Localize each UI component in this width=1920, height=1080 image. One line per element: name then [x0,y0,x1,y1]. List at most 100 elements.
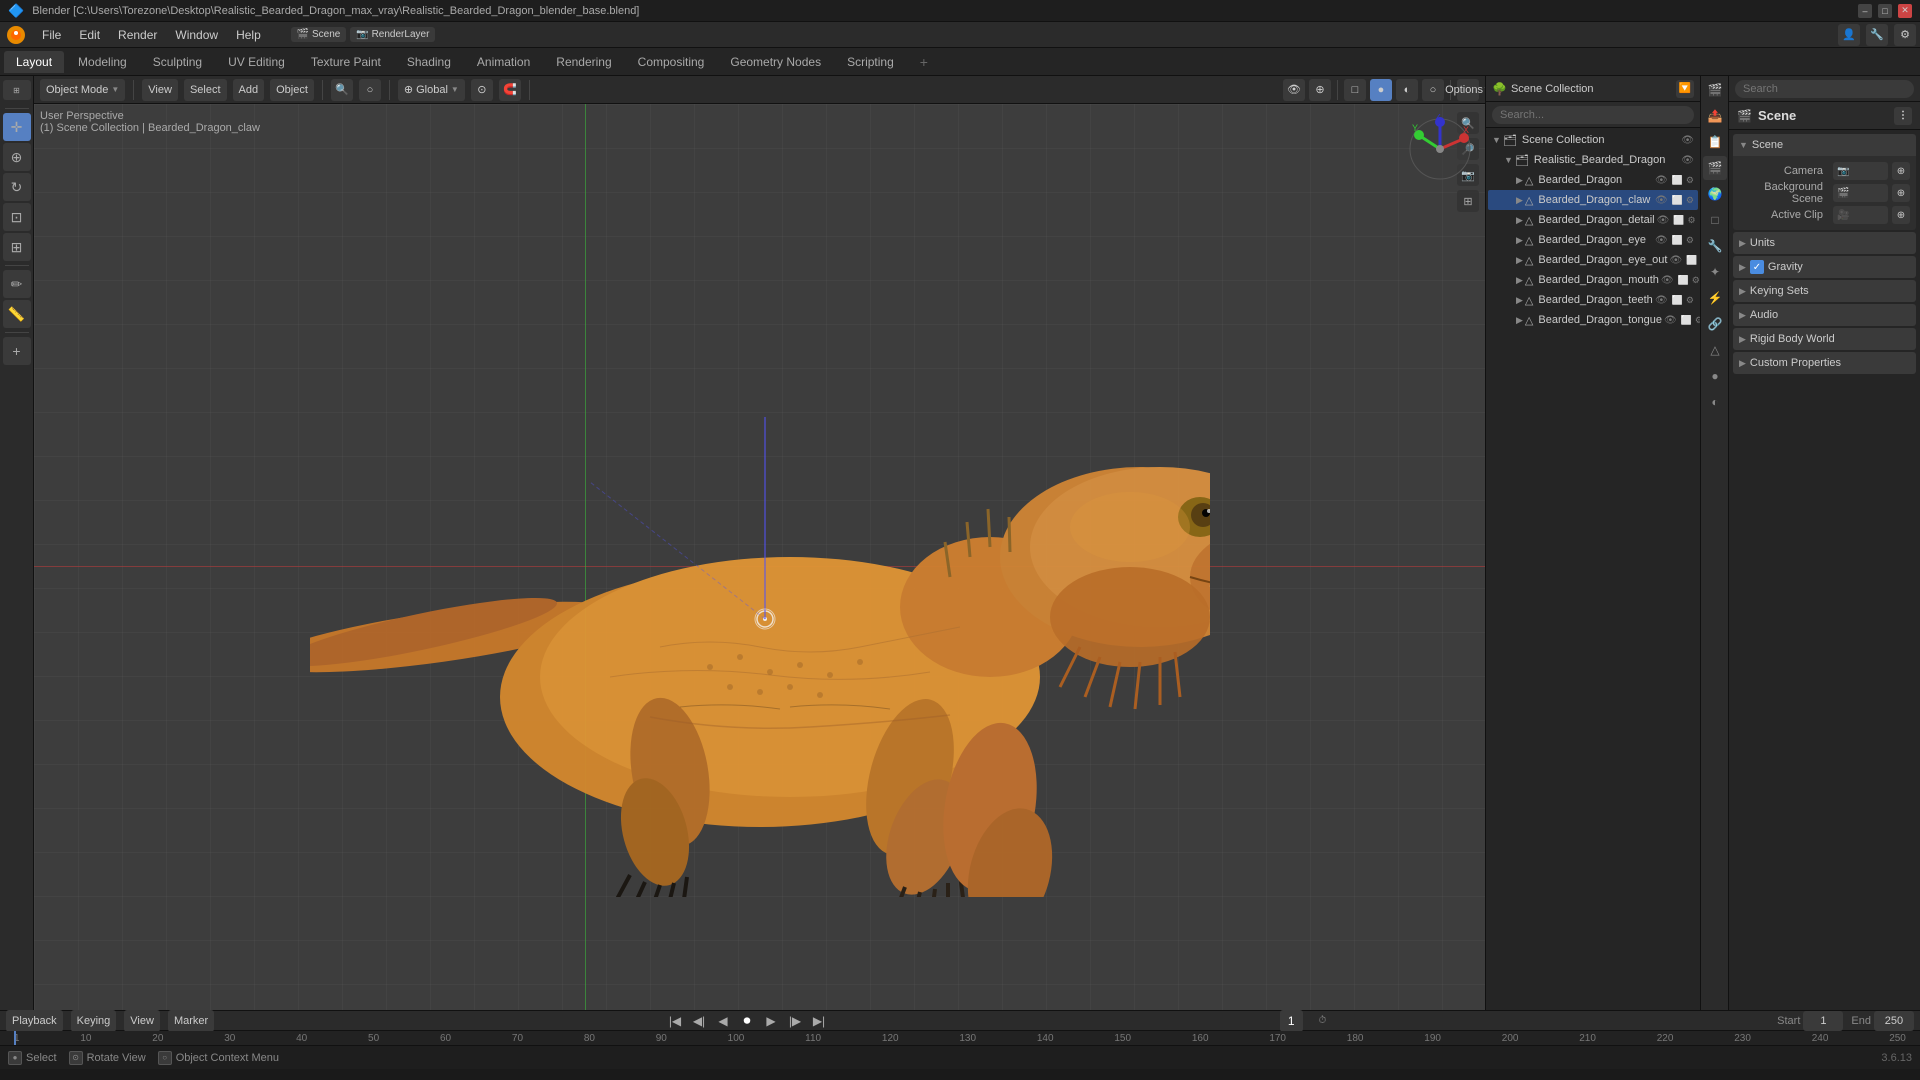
outliner-search-input[interactable] [1492,106,1694,124]
bg-scene-value[interactable]: 🎬 [1833,184,1888,202]
frame-speed-btn[interactable]: ⏱ [1319,1015,1327,1026]
step-forward-btn[interactable]: |▶ [785,1011,805,1031]
outliner-eye-2[interactable]: 👁 [1655,195,1668,206]
section-keying-sets-header[interactable]: ▶ Keying Sets [1733,280,1916,302]
tool-add[interactable]: + [3,337,31,365]
transform-space-dropdown[interactable]: ⊕ Global ▼ [398,79,465,101]
shading-render[interactable]: ○ [1422,79,1444,101]
section-scene-header[interactable]: ▼ Scene [1733,134,1916,156]
select-menu[interactable]: Select [184,79,227,101]
prop-tab-scene[interactable]: 🎬 [1703,156,1727,180]
outliner-item-7[interactable]: ▶ △ Bearded_Dragon_teeth 👁 ⬜ ⚙ [1488,290,1698,310]
prop-tab-particles[interactable]: ✦ [1703,260,1727,284]
view-menu-timeline[interactable]: View [124,1010,160,1032]
outliner-item-3[interactable]: ▶ △ Bearded_Dragon_detail 👁 ⬜ ⚙ [1488,210,1698,230]
play-back-btn[interactable]: ◀ [713,1011,733,1031]
menu-render[interactable]: Render [110,26,165,44]
section-custom-properties-header[interactable]: ▶ Custom Properties [1733,352,1916,374]
outliner-item-5[interactable]: ▶ △ Bearded_Dragon_eye_out 👁 ⬜ ⚙ [1488,250,1698,270]
minimize-btn[interactable]: – [1858,4,1872,18]
shading-solid[interactable]: ● [1370,79,1392,101]
prop-tab-modifier[interactable]: 🔧 [1703,234,1727,258]
tab-sculpting[interactable]: Sculpting [141,51,214,73]
tab-compositing[interactable]: Compositing [626,51,717,73]
prop-tab-constraints[interactable]: 🔗 [1703,312,1727,336]
tab-add[interactable]: + [908,50,940,74]
render-layer-selector[interactable]: 📷 RenderLayer [350,27,435,42]
outliner-eye-1[interactable]: 👁 [1655,175,1668,186]
marker-menu[interactable]: Marker [168,1010,214,1032]
active-clip-value[interactable]: 🎥 [1833,206,1888,224]
options-dropdown-btn[interactable]: Options ▼ [1457,79,1479,101]
shading-material[interactable]: ◐ [1396,79,1418,101]
section-gravity-header[interactable]: ▶ ✓ Gravity [1733,256,1916,278]
tab-animation[interactable]: Animation [465,51,542,73]
scene-selector[interactable]: 🎬 Scene [291,27,347,42]
shading-wire[interactable]: □ [1344,79,1366,101]
outliner-eye-3[interactable]: 👁 [1657,215,1670,226]
outliner-eye-0[interactable]: 👁 [1681,155,1694,166]
tab-uv-editing[interactable]: UV Editing [216,51,297,73]
menu-help[interactable]: Help [228,26,269,44]
tab-rendering[interactable]: Rendering [544,51,623,73]
tab-shading[interactable]: Shading [395,51,463,73]
header-icon2[interactable]: 🔧 [1866,24,1888,46]
outliner-eye-4[interactable]: 👁 [1655,235,1668,246]
section-audio-header[interactable]: ▶ Audio [1733,304,1916,326]
outliner-eye-5[interactable]: 👁 [1669,255,1682,266]
menu-edit[interactable]: Edit [71,26,108,44]
jump-start-btn[interactable]: |◀ [665,1011,685,1031]
outliner-filter-btn[interactable]: 🔽 [1676,80,1694,98]
section-units-header[interactable]: ▶ Units [1733,232,1916,254]
window-controls[interactable]: – □ ✕ [1858,4,1912,18]
outliner-item-1[interactable]: ▶ △ Bearded_Dragon 👁 ⬜ ⚙ [1488,170,1698,190]
menu-file[interactable]: File [34,26,69,44]
menu-window[interactable]: Window [167,26,226,44]
add-menu[interactable]: Add [233,79,265,101]
frame-counter[interactable]: 1 [1280,1010,1303,1032]
section-rigid-body-header[interactable]: ▶ Rigid Body World [1733,328,1916,350]
stop-btn[interactable]: ⏺ [737,1011,757,1031]
snap-btn[interactable]: 🧲 [499,79,521,101]
tab-modeling[interactable]: Modeling [66,51,139,73]
prop-tab-object[interactable]: □ [1703,208,1727,232]
prop-tab-material[interactable]: ● [1703,364,1727,388]
outliner-eye-scene[interactable]: 👁 [1681,135,1694,146]
tab-layout[interactable]: Layout [4,51,64,73]
prop-tab-output[interactable]: 📤 [1703,104,1727,128]
maximize-btn[interactable]: □ [1878,4,1892,18]
camera-browse-btn[interactable]: ⊕ [1892,162,1910,180]
mode-dropdown[interactable]: Object Mode ▼ [40,79,125,101]
header-icon3[interactable]: ⚙ [1894,24,1916,46]
viewport-grid[interactable]: ⊞ [1457,190,1479,212]
header-icon1[interactable]: 👤 [1838,24,1860,46]
gizmo-btn[interactable]: ⊕ [1309,79,1331,101]
viewport-icon-proportional[interactable]: ○ [359,79,381,101]
tool-rotate[interactable]: ↻ [3,173,31,201]
object-menu[interactable]: Object [270,79,314,101]
keying-menu[interactable]: Keying [71,1010,117,1032]
viewport-canvas[interactable]: User Perspective (1) Scene Collection | … [34,104,1485,1010]
prop-scene-options[interactable]: ⋮ [1894,107,1912,125]
play-btn[interactable]: ▶ [761,1011,781,1031]
outliner-item-realistic-collection[interactable]: ▼ 🗂 Realistic_Bearded_Dragon 👁 [1488,150,1698,170]
prop-tab-render[interactable]: 🎬 [1703,78,1727,102]
active-clip-browse-btn[interactable]: ⊕ [1892,206,1910,224]
outliner-eye-7[interactable]: 👁 [1655,295,1668,306]
outliner-eye-6[interactable]: 👁 [1661,275,1674,286]
viewport-icon-snap[interactable]: 🔍 [331,79,353,101]
prop-search-input[interactable] [1735,80,1914,98]
outliner-item-6[interactable]: ▶ △ Bearded_Dragon_mouth 👁 ⬜ ⚙ [1488,270,1698,290]
tool-scale[interactable]: ⊡ [3,203,31,231]
prop-tab-shader[interactable]: ◐ [1703,390,1727,414]
jump-end-btn[interactable]: ▶| [809,1011,829,1031]
tool-transform[interactable]: ⊞ [3,233,31,261]
tool-move[interactable]: ⊕ [3,143,31,171]
timeline-playhead[interactable] [14,1031,16,1045]
outliner-scene-collection[interactable]: ▼ 🗂 Scene Collection 👁 [1488,130,1698,150]
pivot-dropdown[interactable]: ⊙ [471,79,493,101]
tool-annotate[interactable]: ✏ [3,270,31,298]
end-frame-input[interactable]: 250 [1874,1011,1914,1031]
outliner-eye-8[interactable]: 👁 [1664,315,1677,326]
step-back-btn[interactable]: ◀| [689,1011,709,1031]
